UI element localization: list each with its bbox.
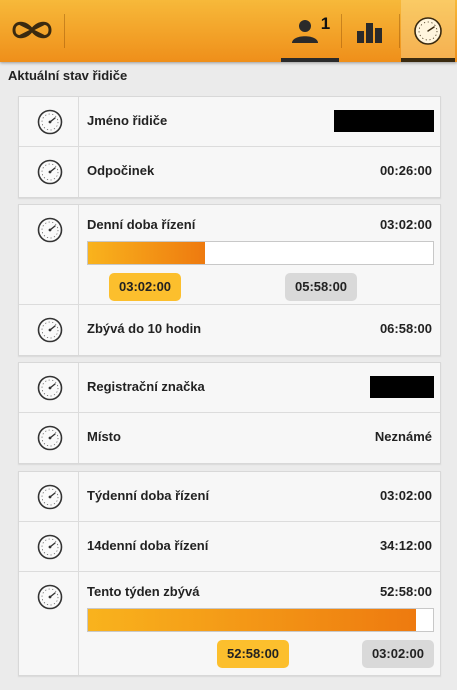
gauge-icon <box>37 484 63 510</box>
redacted-value <box>334 110 434 132</box>
card-vehicle: Registrační značka Místo Neznámé <box>18 362 441 464</box>
driver-icon <box>291 20 318 43</box>
gauge-icon <box>37 425 63 451</box>
row-label: Týdenní doba řízení <box>87 488 210 503</box>
card-weekly: Týdenní doba řízení 03:02:00 14denní dob… <box>18 471 441 676</box>
redacted-value <box>370 376 434 398</box>
tab-gauge[interactable] <box>401 0 455 62</box>
row-biweekly-driving[interactable]: 14denní doba řízení 34:12:00 <box>19 522 440 572</box>
tab-gauge-indicator <box>401 58 455 62</box>
top-bar: 1 <box>0 0 457 62</box>
gauge-icon <box>37 159 63 185</box>
row-label: 14denní doba řízení <box>87 538 209 553</box>
row-label: Zbývá do 10 hodin <box>87 321 202 336</box>
row-plate[interactable]: Registrační značka <box>19 363 440 413</box>
row-label: Jméno řidiče <box>87 113 168 128</box>
row-weekly-driving[interactable]: Týdenní doba řízení 03:02:00 <box>19 472 440 522</box>
tab-stats[interactable] <box>343 0 397 62</box>
week-remaining-pill: 03:02:00 <box>361 640 434 668</box>
row-place[interactable]: Místo Neznámé <box>19 413 440 463</box>
bar-chart-icon <box>357 23 382 43</box>
row-value: 34:12:00 <box>379 538 432 553</box>
row-rest[interactable]: Odpočinek 00:26:00 <box>19 147 440 197</box>
row-value: Neznámé <box>374 429 432 444</box>
row-value: 00:26:00 <box>379 163 432 178</box>
row-label: Místo <box>87 429 121 444</box>
tab-driver[interactable]: 1 <box>281 0 339 62</box>
daily-progress-bar <box>87 241 434 265</box>
card-daily: Denní doba řízení 03:02:00 03:02:00 05:5… <box>18 204 441 356</box>
row-value: 03:02:00 <box>379 217 432 232</box>
row-driver-name[interactable]: Jméno řidiče <box>19 97 440 147</box>
card-driver: Jméno řidiče Odpočinek 00:26:00 <box>18 96 441 198</box>
daily-progress-fill <box>88 242 206 264</box>
tab-divider <box>399 14 400 48</box>
gauge-icon <box>37 375 63 401</box>
week-used-pill: 52:58:00 <box>217 640 290 668</box>
section-title: Aktuální stav řidiče <box>8 68 128 83</box>
gauge-icon <box>414 17 442 45</box>
logo-icon <box>12 21 52 39</box>
driver-badge: 1 <box>320 14 331 33</box>
week-progress-fill <box>88 609 416 631</box>
row-week-left[interactable]: Tento týden zbývá 52:58:00 52:58:00 03:0… <box>19 572 440 675</box>
header-divider <box>64 14 65 48</box>
row-remaining-10h[interactable]: Zbývá do 10 hodin 06:58:00 <box>19 305 440 355</box>
tab-divider <box>341 14 342 48</box>
gauge-icon <box>37 534 63 560</box>
row-label: Tento týden zbývá <box>87 584 200 599</box>
gauge-icon <box>37 584 63 610</box>
row-value: 03:02:00 <box>379 488 432 503</box>
week-progress-bar <box>87 608 434 632</box>
row-daily-driving[interactable]: Denní doba řízení 03:02:00 03:02:00 05:5… <box>19 205 440 305</box>
gauge-icon <box>37 109 63 135</box>
row-label: Denní doba řízení <box>87 217 196 232</box>
tab-driver-indicator <box>281 58 339 62</box>
daily-used-pill: 03:02:00 <box>109 273 182 301</box>
row-value: 52:58:00 <box>379 584 432 599</box>
gauge-icon <box>37 317 63 343</box>
row-label: Odpočinek <box>87 163 155 178</box>
row-label: Registrační značka <box>87 379 205 394</box>
gauge-icon <box>37 217 63 243</box>
row-value: 06:58:00 <box>379 321 432 336</box>
daily-remaining-pill: 05:58:00 <box>285 273 358 301</box>
